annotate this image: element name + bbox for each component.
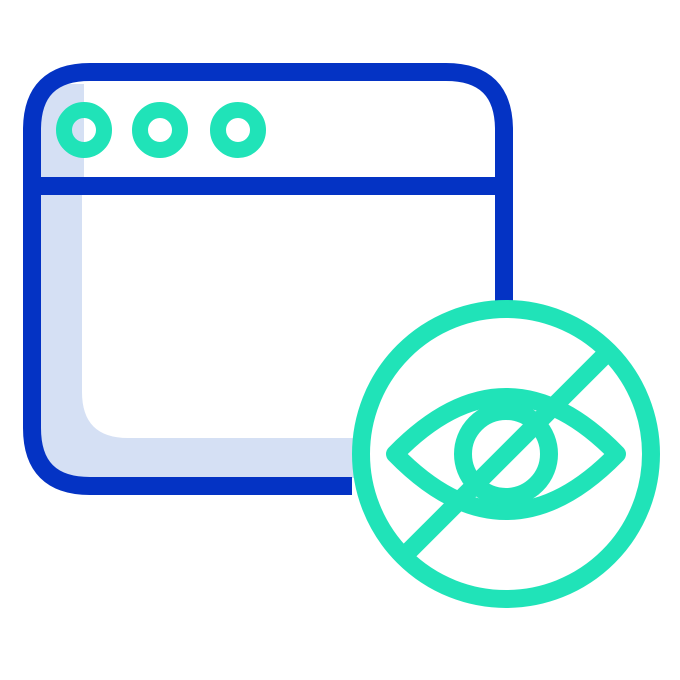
window-shade [40,194,360,478]
icon-canvas [0,0,680,680]
hidden-browser-window-icon [23,63,660,608]
window-dot-2-icon [132,102,188,158]
eye-slash-icon [352,300,660,608]
window-dot-3-icon [210,102,266,158]
